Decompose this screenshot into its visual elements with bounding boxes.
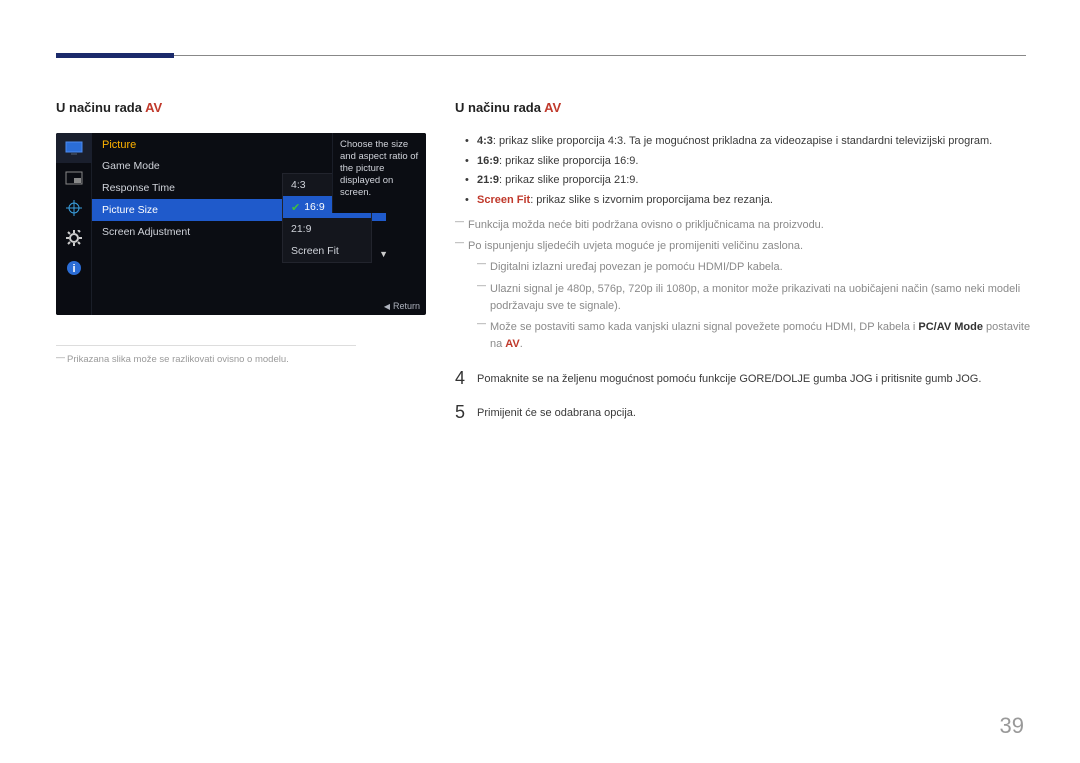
check-icon: ✔: [291, 201, 300, 214]
step-number: 5: [455, 403, 477, 421]
bullet-4-3: 4:3: prikaz slike proporcija 4:3. Ta je …: [465, 133, 1035, 151]
bullet-screenfit: Screen Fit: prikaz slike s izvornim prop…: [465, 192, 1035, 210]
osd-tip: Choose the size and aspect ratio of the …: [332, 133, 426, 213]
info-icon[interactable]: i: [56, 253, 92, 283]
opt-21-9[interactable]: 21:9: [283, 218, 371, 240]
step-text: Pomaknite se na željenu mogućnost pomoću…: [477, 369, 981, 387]
row-label: Game Mode: [102, 160, 160, 172]
right-heading: U načinu rada AV: [455, 100, 1035, 115]
osd-return[interactable]: ◀Return: [384, 301, 420, 311]
row-label: Response Time: [102, 182, 175, 194]
footnote: ―Prikazana slika može se razlikovati ovi…: [56, 354, 356, 365]
bullet-21-9: 21:9: prikaz slike proporcija 21:9.: [465, 172, 1035, 190]
left-heading: U načinu rada AV: [56, 100, 426, 115]
bullet-list: 4:3: prikaz slike proporcija 4:3. Ta je …: [465, 133, 1035, 209]
svg-text:i: i: [72, 263, 75, 275]
page-number: 39: [1000, 713, 1024, 739]
return-icon: ◀: [384, 302, 390, 311]
dash-sub-1: ―Digitalni izlazni uređaj povezan je pom…: [477, 259, 1035, 276]
heading-av: AV: [145, 100, 162, 115]
row-label: Screen Adjustment: [102, 226, 190, 238]
step-number: 4: [455, 369, 477, 387]
gear-icon[interactable]: [56, 223, 92, 253]
osd-screenshot: i Picture Game Mode Off ▲ Response Time …: [56, 133, 426, 315]
heading-av: AV: [544, 100, 561, 115]
bullet-16-9: 16:9: prikaz slike proporcija 16:9.: [465, 153, 1035, 171]
dash-note-1: ―Funkcija možda neće biti podržana ovisn…: [455, 217, 1035, 234]
dash-note-2: ―Po ispunjenju sljedećih uvjeta moguće j…: [455, 238, 1035, 255]
top-divider-accent: [56, 53, 174, 58]
top-divider: [56, 55, 1026, 56]
target-icon[interactable]: [56, 193, 92, 223]
heading-text: U načinu rada: [56, 100, 145, 115]
chevron-down-icon: ▼: [379, 249, 388, 259]
heading-text: U načinu rada: [455, 100, 544, 115]
row-label: Picture Size: [102, 204, 158, 216]
step-text: Primijenit će se odabrana opcija.: [477, 403, 636, 421]
dash-sub-3: ―Može se postaviti samo kada vanjski ula…: [477, 319, 1035, 353]
opt-screenfit[interactable]: Screen Fit: [283, 240, 371, 262]
monitor-icon[interactable]: [56, 133, 92, 163]
step-5: 5 Primijenit će se odabrana opcija.: [455, 403, 1035, 421]
dash-sub-2: ―Ulazni signal je 480p, 576p, 720p ili 1…: [477, 281, 1035, 315]
step-4: 4 Pomaknite se na željenu mogućnost pomo…: [455, 369, 1035, 387]
osd-sidebar: i: [56, 133, 92, 315]
pip-icon[interactable]: [56, 163, 92, 193]
